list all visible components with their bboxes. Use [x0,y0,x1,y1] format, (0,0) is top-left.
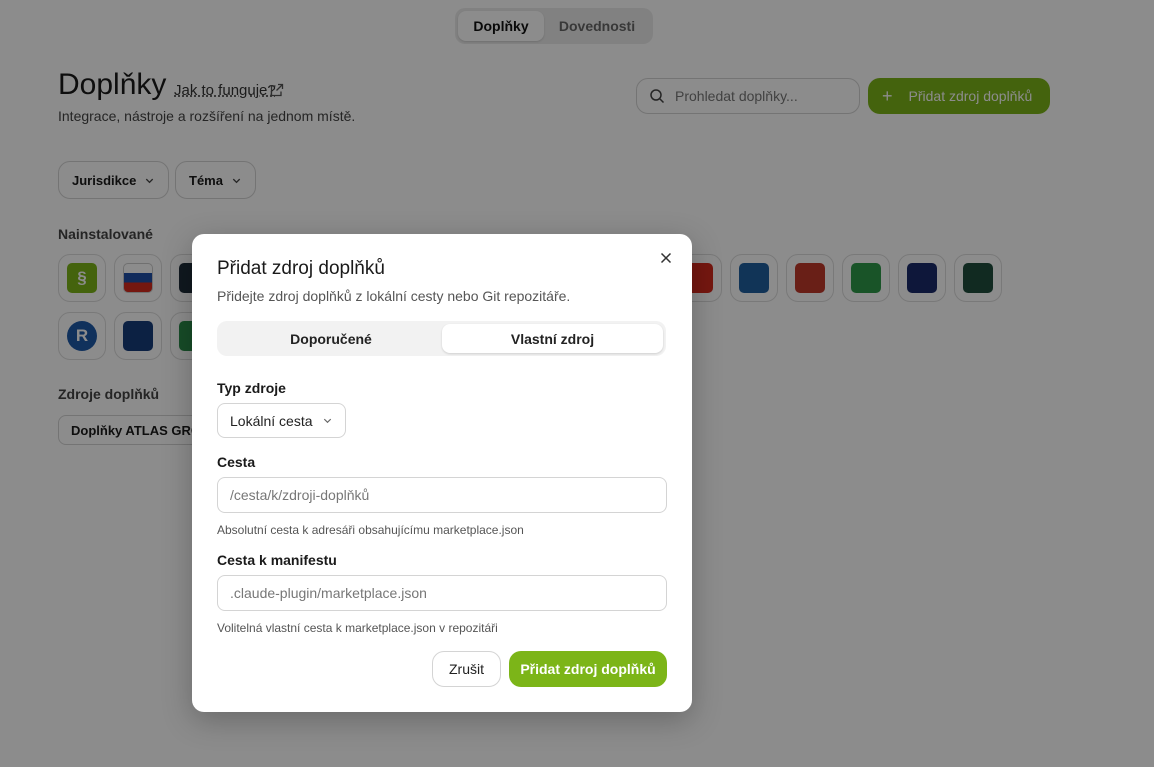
chevron-down-icon [323,418,331,424]
manifest-path-label: Cesta k manifestu [217,552,337,568]
manifest-path-hint: Volitelná vlastní cesta k marketplace.js… [217,621,498,635]
dialog-description: Přidejte zdroj doplňků z lokální cesty n… [217,288,571,304]
path-hint: Absolutní cesta k adresáři obsahujícímu … [217,523,524,537]
path-input[interactable] [217,477,667,513]
source-type-value: Lokální cesta [230,412,313,429]
cancel-button[interactable]: Zrušit [432,651,501,687]
source-type-select[interactable]: Lokální cesta [217,403,346,438]
tab-custom-source[interactable]: Vlastní zdroj [442,324,663,353]
add-source-dialog: Přidat zdroj doplňků Přidejte zdroj dopl… [192,234,692,712]
source-mode-tabs: Doporučené Vlastní zdroj [217,321,666,356]
close-icon[interactable] [658,250,674,266]
tab-recommended[interactable]: Doporučené [220,324,442,353]
submit-add-source-button[interactable]: Přidat zdroj doplňků [509,651,667,687]
path-label: Cesta [217,454,256,470]
dialog-title: Přidat zdroj doplňků [217,258,385,279]
manifest-path-input[interactable] [217,575,667,611]
source-type-label: Typ zdroje [217,380,286,396]
